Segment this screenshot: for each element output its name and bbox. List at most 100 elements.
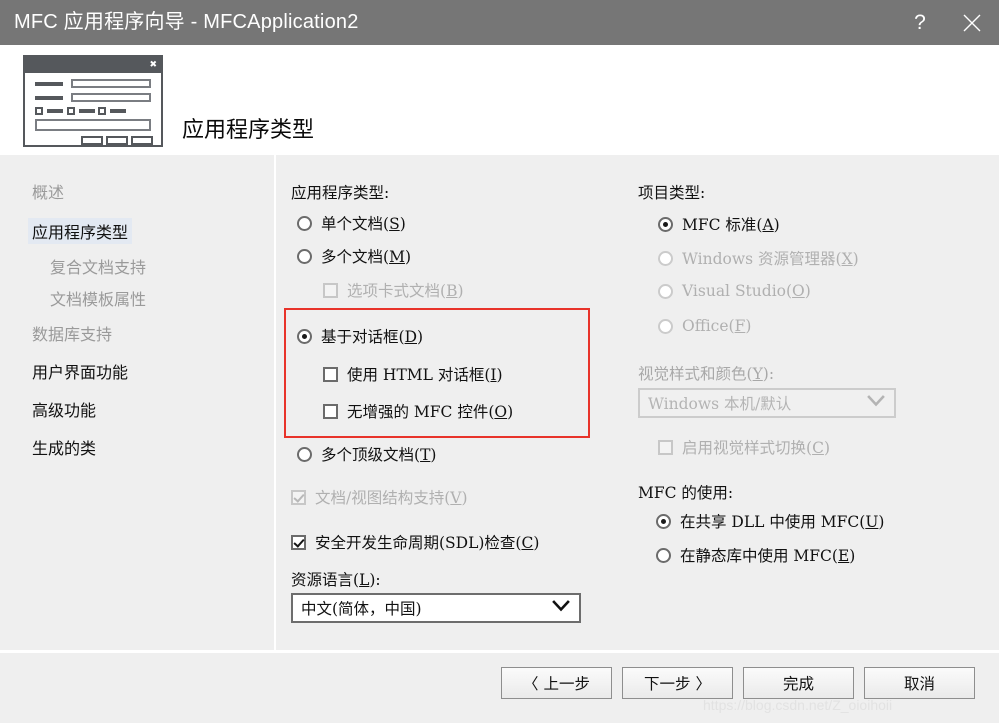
sidebar-nav: 概述 应用程序类型 复合文档支持 文档模板属性 数据库支持 用户界面功能 高级功…	[0, 155, 275, 650]
dialog-preview-titlebar: ✖	[25, 57, 161, 73]
application-type-group-label: 应用程序类型:	[291, 184, 390, 202]
radio-indicator	[656, 513, 671, 529]
radio-label: Visual Studio(O)	[682, 282, 811, 300]
help-icon[interactable]: ?	[897, 0, 943, 45]
radio-indicator	[656, 547, 671, 563]
checkbox-document-view-support: 文档/视图结构支持(V)	[291, 486, 468, 508]
dialog-preview-check-label-2	[79, 109, 95, 113]
checkbox-label: 安全开发生命周期(SDL)检查(C)	[315, 534, 540, 552]
footer-bar: 〈 上一步 下一步 〉 完成 取消	[0, 650, 999, 723]
dialog-preview-icon: ✖	[23, 55, 163, 147]
dialog-preview-button-1	[81, 136, 103, 145]
radio-label: MFC 标准(A)	[682, 216, 780, 234]
radio-dialog-based[interactable]: 基于对话框(D)	[297, 325, 423, 347]
resource-language-value: 中文(简体，中国)	[301, 600, 422, 618]
dialog-preview-field-1	[71, 79, 151, 88]
mfc-app-wizard-window: MFC 应用程序向导 - MFCApplication2 ? ✖ 应用程序类型 …	[0, 0, 999, 723]
resource-language-select[interactable]: 中文(简体，中国)	[291, 593, 581, 623]
radio-indicator	[297, 446, 312, 462]
checkbox-indicator	[323, 366, 338, 382]
radio-label: 在静态库中使用 MFC(E)	[680, 547, 856, 565]
chevron-down-icon	[551, 599, 571, 617]
checkbox-indicator	[291, 534, 306, 550]
wizard-body: 概述 应用程序类型 复合文档支持 文档模板属性 数据库支持 用户界面功能 高级功…	[0, 155, 999, 650]
radio-indicator	[297, 215, 312, 231]
checkbox-label: 使用 HTML 对话框(I)	[347, 366, 503, 384]
visual-style-label: 视觉样式和颜色(Y):	[638, 365, 775, 383]
checkbox-label: 文档/视图结构支持(V)	[315, 489, 468, 507]
dialog-preview-check-label-1	[47, 109, 63, 113]
next-button[interactable]: 下一步 〉	[622, 667, 733, 699]
radio-label: 多个顶级文档(T)	[321, 446, 437, 464]
sidebar-item-compound-document[interactable]: 复合文档支持	[46, 253, 150, 279]
dialog-preview-listbox	[35, 119, 151, 131]
sidebar-item-database-support[interactable]: 数据库支持	[28, 320, 116, 346]
checkbox-enable-visual-style-switching: 启用视觉样式切换(C)	[658, 436, 830, 458]
radio-mfc-standard[interactable]: MFC 标准(A)	[658, 213, 780, 235]
checkbox-indicator	[323, 282, 338, 298]
page-title: 应用程序类型	[182, 118, 315, 143]
dialog-preview-button-2	[106, 136, 128, 145]
radio-visual-studio: Visual Studio(O)	[658, 282, 811, 300]
sidebar-item-generated-classes[interactable]: 生成的类	[28, 434, 100, 460]
checkbox-label: 选项卡式文档(B)	[347, 282, 464, 300]
dialog-preview-button-3	[131, 136, 153, 145]
main-panel: 应用程序类型: 单个文档(S) 多个文档(M) 选项卡式文档(B) 基于对话框(…	[275, 155, 999, 650]
radio-windows-explorer: Windows 资源管理器(X)	[658, 247, 859, 269]
radio-multiple-documents[interactable]: 多个文档(M)	[297, 245, 411, 267]
radio-indicator	[658, 250, 673, 266]
dialog-preview-check-3	[98, 107, 106, 115]
dialog-preview-field-2	[71, 93, 151, 102]
radio-indicator	[658, 283, 673, 299]
radio-use-mfc-shared-dll[interactable]: 在共享 DLL 中使用 MFC(U)	[656, 510, 884, 532]
title-bar: MFC 应用程序向导 - MFCApplication2 ?	[0, 0, 999, 45]
resource-language-label: 资源语言(L):	[291, 571, 381, 589]
checkbox-indicator	[291, 489, 306, 505]
dialog-preview-close-icon: ✖	[149, 59, 157, 69]
radio-use-mfc-static-lib[interactable]: 在静态库中使用 MFC(E)	[656, 544, 855, 566]
checkbox-label: 无增强的 MFC 控件(O)	[347, 403, 514, 421]
radio-single-document[interactable]: 单个文档(S)	[297, 212, 406, 234]
sidebar-item-application-type[interactable]: 应用程序类型	[28, 218, 133, 244]
finish-button[interactable]: 完成	[743, 667, 854, 699]
checkbox-no-enhanced-mfc-controls[interactable]: 无增强的 MFC 控件(O)	[323, 400, 513, 422]
window-title: MFC 应用程序向导 - MFCApplication2	[14, 11, 359, 33]
dialog-preview-check-2	[67, 107, 75, 115]
visual-style-select: Windows 本机/默认	[638, 388, 896, 418]
radio-label: 基于对话框(D)	[321, 328, 424, 346]
header-band: ✖ 应用程序类型	[0, 45, 999, 155]
radio-label: Windows 资源管理器(X)	[682, 250, 859, 268]
sidebar-item-user-interface[interactable]: 用户界面功能	[28, 358, 132, 384]
checkbox-indicator	[323, 403, 338, 419]
project-type-group-label: 项目类型:	[638, 184, 706, 202]
radio-indicator	[658, 216, 673, 232]
chevron-down-icon	[866, 394, 886, 412]
radio-label: 单个文档(S)	[321, 215, 406, 233]
checkbox-tabbed-documents: 选项卡式文档(B)	[323, 279, 464, 301]
radio-label: 在共享 DLL 中使用 MFC(U)	[680, 513, 885, 531]
dialog-preview-label-2	[35, 96, 63, 100]
visual-style-value: Windows 本机/默认	[648, 395, 792, 413]
radio-office: Office(F)	[658, 317, 751, 335]
mfc-use-group-label: MFC 的使用:	[638, 484, 734, 502]
radio-label: Office(F)	[682, 317, 752, 335]
cancel-button[interactable]: 取消	[864, 667, 975, 699]
back-button[interactable]: 〈 上一步	[501, 667, 612, 699]
sidebar-item-document-template[interactable]: 文档模板属性	[46, 285, 150, 311]
radio-label: 多个文档(M)	[321, 248, 411, 266]
dialog-preview-check-label-3	[110, 109, 126, 113]
dialog-preview-label-1	[35, 82, 63, 86]
checkbox-label: 启用视觉样式切换(C)	[682, 439, 830, 457]
sidebar-item-overview[interactable]: 概述	[28, 178, 68, 204]
checkbox-use-html-dialog[interactable]: 使用 HTML 对话框(I)	[323, 363, 503, 385]
radio-indicator	[658, 318, 673, 334]
radio-indicator	[297, 328, 312, 344]
checkbox-indicator	[658, 439, 673, 455]
sidebar-item-advanced-features[interactable]: 高级功能	[28, 396, 100, 422]
dialog-preview-check-1	[35, 107, 43, 115]
horizontal-separator	[0, 650, 999, 653]
radio-multiple-top-level-documents[interactable]: 多个顶级文档(T)	[297, 443, 436, 465]
checkbox-sdl-checks[interactable]: 安全开发生命周期(SDL)检查(C)	[291, 531, 539, 553]
close-icon[interactable]	[949, 0, 995, 45]
radio-indicator	[297, 248, 312, 264]
